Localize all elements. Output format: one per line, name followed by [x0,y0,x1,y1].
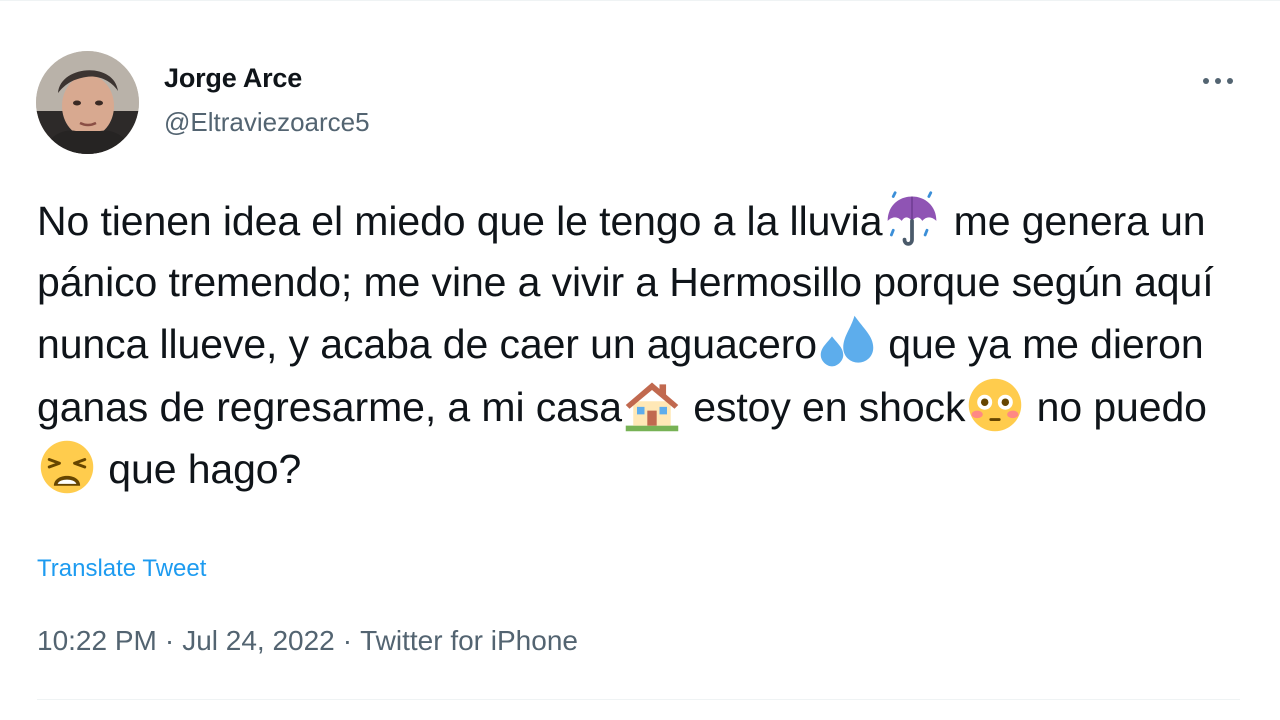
umbrella-rain-icon [882,189,942,249]
sweat-droplets-icon [817,312,877,372]
profile-photo [36,51,139,154]
tweet-text-segment: no puedo [1025,383,1207,430]
tweet-text: No tienen idea el miedo que le tengo a l… [37,189,1247,500]
tweet-meta: 10:22 PM · Jul 24, 2022 · Twitter for iPhone [37,625,578,657]
divider [37,699,1240,700]
tweet-time[interactable]: 10:22 PM [37,625,157,656]
meta-separator: · [342,625,353,656]
house-icon [622,375,682,435]
more-horizontal-icon [1203,78,1233,84]
tweet-text-segment: que hago? [97,446,302,492]
flushed-face-icon [965,375,1025,435]
tweet-text-segment: No tienen idea el miedo que le tengo a l… [37,198,883,244]
tweet-date[interactable]: Jul 24, 2022 [182,625,335,656]
author-handle[interactable]: @Eltraviezoarce5 [164,107,370,138]
tweet-card: Jorge Arce @Eltraviezoarce5 No tienen id… [0,0,1280,720]
more-options-button[interactable] [1196,63,1242,97]
author-name[interactable]: Jorge Arce [164,63,302,94]
translate-tweet-link[interactable]: Translate Tweet [37,555,206,583]
author-avatar[interactable] [36,51,139,154]
weary-face-icon [37,437,97,497]
meta-separator: · [164,625,175,656]
tweet-source[interactable]: Twitter for iPhone [360,625,578,656]
tweet-text-segment: estoy en shock [681,383,966,430]
